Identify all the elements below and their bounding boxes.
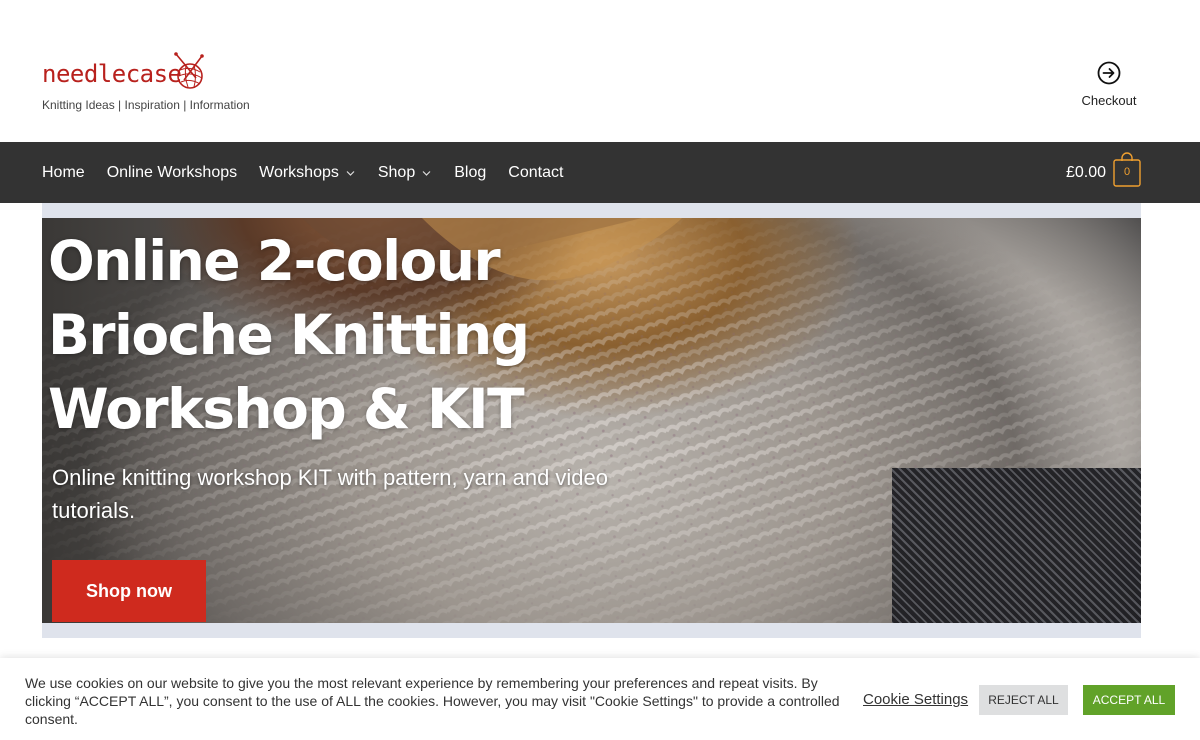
cookie-consent-text: We use cookies on our website to give yo…	[25, 675, 840, 727]
cart-button[interactable]: 0	[1113, 151, 1141, 187]
checkout-link[interactable]: Checkout	[1072, 60, 1146, 112]
nav-item-online-workshops[interactable]: Online Workshops	[107, 164, 237, 182]
cookie-consent-banner: We use cookies on our website to give yo…	[0, 658, 1200, 740]
nav-item-contact[interactable]: Contact	[508, 164, 563, 182]
nav-item-label: Shop	[377, 163, 416, 181]
cart-total[interactable]: £0.00	[1066, 164, 1106, 182]
logo-text: needlecase	[42, 60, 182, 88]
nav-item-label: Online Workshops	[106, 163, 238, 181]
site-tagline: Knitting Ideas | Inspiration | Informati…	[42, 98, 250, 112]
chevron-down-icon	[422, 170, 431, 176]
nav-item-label: Workshops	[259, 163, 339, 181]
cookie-settings-link[interactable]: Cookie Settings	[863, 691, 968, 708]
nav-item-shop[interactable]: Shop	[378, 164, 432, 182]
reject-all-button[interactable]: REJECT ALL	[979, 685, 1068, 715]
nav-item-blog[interactable]: Blog	[454, 164, 486, 182]
nav-menu: Home Online Workshops Workshops Shop Blo…	[42, 142, 585, 203]
main-navigation: Home Online Workshops Workshops Shop Blo…	[0, 142, 1200, 203]
nav-item-home[interactable]: Home	[42, 164, 85, 182]
site-header: needlecase Knitting Ideas | Inspiration …	[0, 0, 1200, 142]
hero-title: Online 2-colour Brioche Knitting Worksho…	[48, 229, 530, 441]
yarn-ball-icon	[174, 52, 204, 89]
hero-subtitle: Online knitting workshop KIT with patter…	[52, 465, 609, 523]
accept-all-button[interactable]: ACCEPT ALL	[1083, 685, 1175, 715]
hero-banner: Online 2-colour Brioche Knitting Worksho…	[42, 218, 1141, 623]
site-logo[interactable]: needlecase Knitting Ideas | Inspiration …	[42, 52, 272, 122]
shop-now-button[interactable]: Shop now	[52, 560, 206, 622]
nav-item-label: Contact	[508, 163, 564, 181]
cart-count: 0	[1123, 166, 1131, 178]
hero-sweater-pattern	[892, 468, 1141, 623]
nav-item-label: Blog	[454, 163, 487, 181]
nav-item-workshops[interactable]: Workshops	[259, 164, 356, 182]
arrow-circle-right-icon	[1097, 61, 1121, 85]
checkout-label: Checkout	[1081, 93, 1137, 108]
nav-item-label: Home	[42, 163, 85, 181]
chevron-down-icon	[346, 170, 355, 176]
